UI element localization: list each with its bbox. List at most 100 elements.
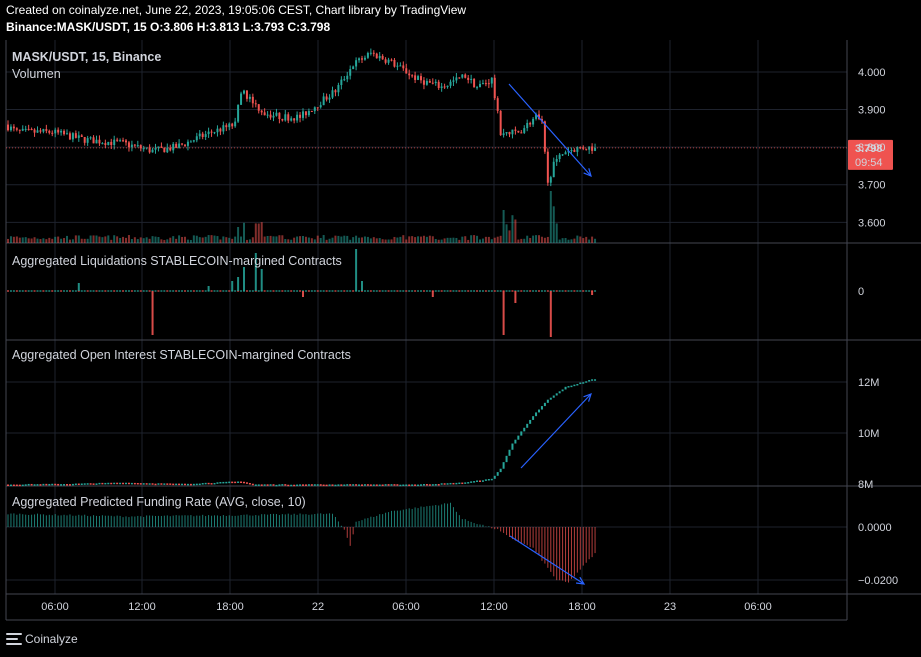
liquidation-bar <box>269 290 272 292</box>
volume-bar <box>405 239 408 243</box>
liquidation-bar <box>178 290 181 292</box>
liquidation-bar <box>160 290 163 292</box>
oi-tick-label: 12M <box>858 377 879 389</box>
chart-canvas[interactable]: MASK/USDT, 15, Binance Volumen Aggregated … <box>0 0 921 657</box>
candle-body <box>355 60 358 67</box>
liquidation-bar <box>51 290 54 292</box>
volume-bar <box>540 236 543 243</box>
volume-bar <box>148 238 151 243</box>
oi-candle <box>66 484 68 486</box>
candle-body <box>130 144 133 148</box>
liquidation-bar <box>98 290 101 292</box>
liquidation-bar <box>89 290 92 292</box>
liquidation-bar <box>573 290 576 292</box>
oi-candle <box>216 482 219 484</box>
pane-separators <box>5 40 921 621</box>
candle-body <box>358 58 361 61</box>
candle-body <box>12 126 15 129</box>
liquidation-bar <box>54 290 57 292</box>
liquidation-bar <box>163 290 166 292</box>
liquidation-bar <box>526 290 529 292</box>
oi-candle <box>517 435 520 440</box>
liquidation-bar <box>257 290 260 292</box>
volume-bar <box>535 235 538 243</box>
liquidation-bar <box>458 290 461 292</box>
oi-candle <box>130 482 133 485</box>
liquidation-bar <box>582 290 585 292</box>
oi-candle <box>178 483 181 486</box>
volume-bar <box>77 235 80 243</box>
candle-body <box>425 80 428 85</box>
oi-candle <box>12 484 15 487</box>
volume-bar <box>543 237 546 243</box>
candle-body <box>446 85 449 88</box>
liquidation-bar <box>505 290 508 292</box>
volume-bar <box>449 237 452 243</box>
oi-candle <box>80 483 83 485</box>
liquidation-bar <box>107 290 110 292</box>
liquidation-bar <box>57 290 60 292</box>
candle-body <box>325 96 328 100</box>
oi-candle <box>36 484 39 486</box>
candle-body <box>369 52 372 54</box>
liquidation-bar <box>538 290 540 292</box>
candle-body <box>307 111 310 116</box>
candle-body <box>493 77 496 99</box>
volume-bar <box>393 236 396 243</box>
candle-body <box>420 76 422 81</box>
oi-candle <box>417 484 420 487</box>
volume-bar <box>225 237 228 243</box>
volume-bar <box>240 236 243 243</box>
volume-bar <box>245 239 248 243</box>
liquidation-bar <box>390 290 393 292</box>
time-tick-label: 12:00 <box>480 601 508 613</box>
volume-bar <box>198 237 201 243</box>
volume-bar <box>104 236 107 243</box>
oi-candle <box>296 484 299 487</box>
oi-candle <box>125 482 127 485</box>
volume-bar <box>266 235 269 243</box>
oi-candle <box>48 483 51 486</box>
volume-bar <box>372 237 375 243</box>
oi-candle <box>467 482 470 484</box>
oi-candle <box>570 385 573 388</box>
candle-body <box>240 93 243 105</box>
liquidation-bar <box>275 290 278 292</box>
volume-bar <box>86 238 89 243</box>
oi-candle <box>579 382 582 385</box>
candle-body <box>219 128 222 132</box>
oi-candle <box>184 483 186 486</box>
volume-bar <box>142 238 145 243</box>
volume-bar <box>352 237 355 243</box>
liquidation-bar <box>234 290 237 292</box>
oi-candle <box>443 483 446 485</box>
funding-tick-label: −0.0200 <box>858 575 898 587</box>
volume-bar <box>213 235 216 243</box>
volume-bar <box>420 236 422 243</box>
candle-body <box>304 111 307 116</box>
volume-bar <box>487 236 490 243</box>
volume-bar <box>257 223 260 243</box>
liquidation-bar <box>266 290 269 292</box>
liquidation-bar <box>369 290 372 292</box>
liquidation-bar <box>7 290 9 292</box>
liquidation-bar <box>585 290 588 292</box>
volume-bar <box>154 236 157 243</box>
oi-candle <box>122 482 125 485</box>
candle-body <box>490 77 493 84</box>
candle-body <box>473 78 476 88</box>
volume-label: Volumen <box>12 67 61 81</box>
liquidation-bar <box>71 290 74 292</box>
oi-candle <box>325 484 328 487</box>
liquidation-bar <box>299 290 302 292</box>
candle-body <box>42 129 45 132</box>
footer-brand[interactable]: Coinalyze <box>6 632 78 646</box>
volume-bar <box>302 235 304 243</box>
oi-candle <box>505 455 508 463</box>
candle-body <box>66 133 68 135</box>
oi-candle <box>186 483 189 486</box>
oi-candle <box>160 483 163 485</box>
volume-bar <box>260 222 263 243</box>
oi-candle <box>95 483 98 485</box>
liquidation-bar <box>352 290 355 292</box>
